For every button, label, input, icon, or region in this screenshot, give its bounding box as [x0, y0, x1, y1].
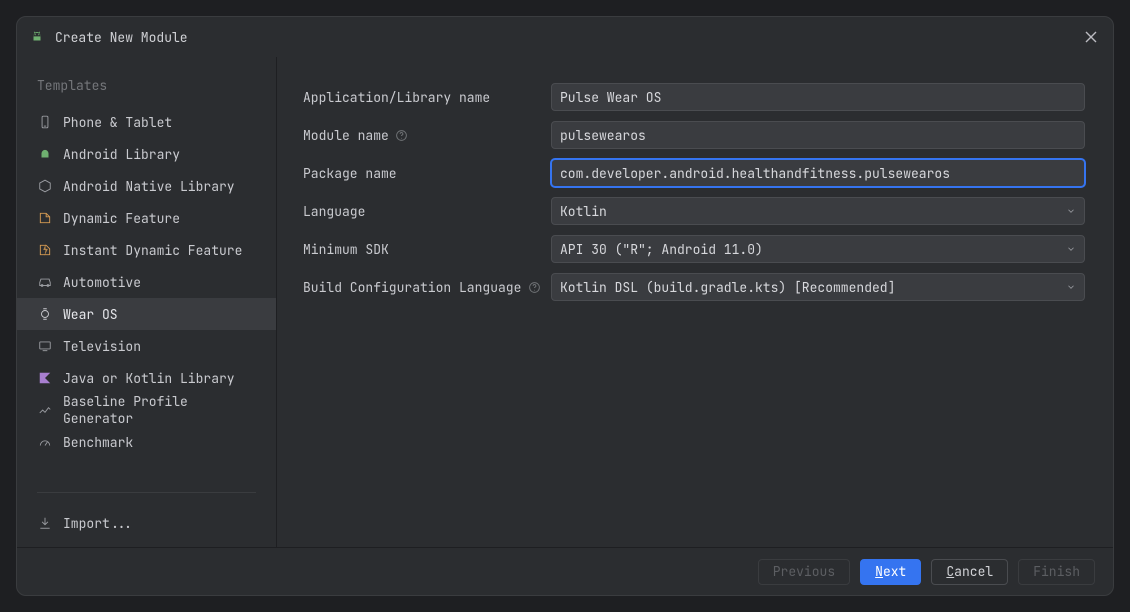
language-label: Language: [303, 203, 541, 220]
app-name-label: Application/Library name: [303, 89, 541, 106]
module-name-label: Module name: [303, 127, 541, 144]
min-sdk-label: Minimum SDK: [303, 241, 541, 258]
dialog-title: Create New Module: [55, 29, 1071, 46]
sidebar-item-label: Instant Dynamic Feature: [63, 242, 242, 259]
build-config-select[interactable]: Kotlin DSL (build.gradle.kts) [Recommend…: [551, 273, 1085, 301]
kotlin-icon: [37, 370, 53, 386]
module-name-input[interactable]: [551, 121, 1085, 149]
templates-sidebar: Templates Phone & Tablet Android Library: [17, 57, 277, 547]
form-panel: Application/Library name Module name Pac…: [277, 57, 1113, 547]
sidebar-item-label: Phone & Tablet: [63, 114, 172, 131]
language-select-value: Kotlin: [560, 203, 607, 220]
previous-button: Previous: [758, 559, 850, 585]
next-button[interactable]: Next: [860, 559, 921, 585]
dialog-footer: Previous Next Cancel Finish: [17, 547, 1113, 595]
app-name-input[interactable]: [551, 83, 1085, 111]
sidebar-item-label: Benchmark: [63, 434, 133, 451]
sidebar-item-android-library[interactable]: Android Library: [17, 138, 276, 170]
titlebar: Create New Module: [17, 17, 1113, 57]
finish-button: Finish: [1018, 559, 1095, 585]
chevron-down-icon: [1066, 282, 1076, 292]
import-icon: [37, 515, 53, 531]
tv-icon: [37, 338, 53, 354]
language-select[interactable]: Kotlin: [551, 197, 1085, 225]
sidebar-item-label: Wear OS: [63, 306, 118, 323]
min-sdk-select[interactable]: API 30 ("R"; Android 11.0): [551, 235, 1085, 263]
close-button[interactable]: [1081, 27, 1101, 47]
sidebar-item-baseline-profile-generator[interactable]: Baseline Profile Generator: [17, 394, 276, 426]
build-config-select-value: Kotlin DSL (build.gradle.kts) [Recommend…: [560, 279, 895, 296]
sidebar-item-phone-tablet[interactable]: Phone & Tablet: [17, 106, 276, 138]
sidebar-item-wear-os[interactable]: Wear OS: [17, 298, 276, 330]
import-label: Import...: [63, 515, 133, 532]
sidebar-item-label: Java or Kotlin Library: [63, 370, 235, 387]
new-module-dialog: Create New Module Templates Phone & Tabl…: [16, 16, 1114, 596]
dynamic-feature-icon: [37, 210, 53, 226]
gauge-icon: [37, 434, 53, 450]
android-icon: [37, 146, 53, 162]
android-icon: [29, 29, 45, 45]
phone-icon: [37, 114, 53, 130]
sidebar-item-java-kotlin-library[interactable]: Java or Kotlin Library: [17, 362, 276, 394]
chevron-down-icon: [1066, 206, 1076, 216]
sidebar-item-label: Android Native Library: [63, 178, 235, 195]
min-sdk-select-value: API 30 ("R"; Android 11.0): [560, 241, 763, 258]
sidebar-header: Templates: [17, 71, 276, 106]
sidebar-item-automotive[interactable]: Automotive: [17, 266, 276, 298]
cancel-button[interactable]: Cancel: [931, 559, 1008, 585]
sidebar-item-instant-dynamic-feature[interactable]: Instant Dynamic Feature: [17, 234, 276, 266]
close-icon: [1085, 31, 1097, 43]
baseline-profile-icon: [37, 402, 53, 418]
sidebar-item-android-native-library[interactable]: Android Native Library: [17, 170, 276, 202]
chevron-down-icon: [1066, 244, 1076, 254]
help-icon[interactable]: [527, 280, 541, 294]
watch-icon: [37, 306, 53, 322]
instant-dynamic-feature-icon: [37, 242, 53, 258]
sidebar-item-label: Android Library: [63, 146, 180, 163]
sidebar-item-benchmark[interactable]: Benchmark: [17, 426, 276, 458]
package-name-label: Package name: [303, 165, 541, 182]
cpp-icon: [37, 178, 53, 194]
build-config-label: Build Configuration Language: [303, 279, 541, 296]
sidebar-divider: [37, 492, 256, 493]
sidebar-item-label: Automotive: [63, 274, 141, 291]
sidebar-item-label: Baseline Profile Generator: [63, 393, 256, 427]
package-name-input[interactable]: [551, 159, 1085, 187]
import-button[interactable]: Import...: [17, 507, 276, 539]
car-icon: [37, 274, 53, 290]
sidebar-item-television[interactable]: Television: [17, 330, 276, 362]
sidebar-item-dynamic-feature[interactable]: Dynamic Feature: [17, 202, 276, 234]
help-icon[interactable]: [395, 128, 409, 142]
sidebar-item-label: Television: [63, 338, 141, 355]
sidebar-item-label: Dynamic Feature: [63, 210, 180, 227]
